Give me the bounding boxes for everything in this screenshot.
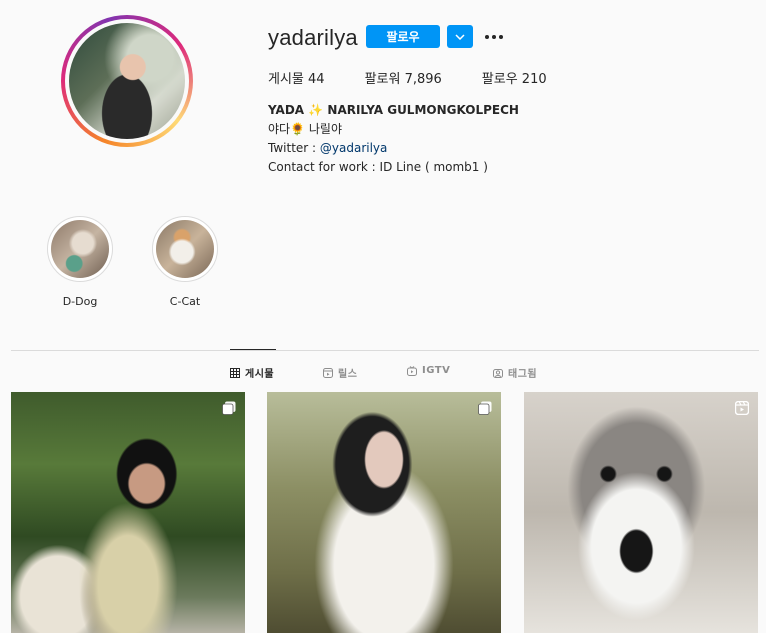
carousel-icon (478, 401, 492, 415)
avatar-photo (69, 23, 185, 139)
carousel-icon (222, 401, 236, 415)
reels-icon (735, 401, 749, 415)
highlight-c-cat[interactable]: C-Cat (152, 216, 218, 308)
more-icon (485, 35, 503, 39)
post-thumbnail[interactable] (267, 392, 501, 633)
post-thumbnail[interactable] (11, 392, 245, 633)
profile-avatar[interactable] (61, 15, 193, 147)
profile-stats: 게시물 44 팔로워 7,896 팔로우 210 (268, 68, 587, 87)
tag-icon (493, 368, 503, 378)
highlight-label: D-Dog (62, 295, 98, 308)
reels-icon (323, 367, 333, 378)
bio-line: 야다🌻 나릴야 (268, 122, 342, 136)
tab-igtv[interactable]: IGTV (407, 365, 450, 376)
suggested-dropdown-button[interactable] (447, 25, 473, 48)
tabs-divider (11, 350, 759, 351)
highlight-d-dog[interactable]: D-Dog (47, 216, 113, 308)
tab-posts[interactable]: 게시물 (230, 365, 274, 380)
profile-username: yadarilya (268, 25, 358, 50)
profile-full-name: YADA ✨ NARILYA GULMONGKOLPECH (268, 103, 519, 117)
twitter-link[interactable]: @yadarilya (320, 141, 387, 155)
posts-count: 게시물 44 (268, 72, 325, 87)
highlight-label: C-Cat (169, 295, 201, 308)
post-thumbnail[interactable] (524, 392, 758, 633)
following-count[interactable]: 팔로우 210 (482, 68, 547, 87)
sunflower-emoji: 🌻 (290, 122, 306, 136)
active-tab-indicator (230, 349, 276, 350)
profile-bio: YADA ✨ NARILYA GULMONGKOLPECH 야다🌻 나릴야 Tw… (268, 101, 748, 177)
grid-icon (230, 367, 240, 378)
sparkles-emoji: ✨ (308, 103, 324, 117)
igtv-icon (407, 365, 417, 376)
bio-twitter: Twitter : @yadarilya (268, 141, 388, 155)
bio-contact: Contact for work : ID Line ( momb1 ) (268, 160, 488, 174)
more-options-button[interactable] (483, 28, 505, 46)
highlight-cover (51, 220, 109, 278)
highlight-cover (156, 220, 214, 278)
chevron-down-icon (455, 33, 465, 40)
tab-tagged[interactable]: 태그됨 (493, 365, 537, 380)
follow-button[interactable]: 팔로우 (366, 25, 440, 48)
tab-reels[interactable]: 릴스 (323, 365, 357, 380)
followers-count[interactable]: 팔로워 7,896 (365, 68, 442, 87)
